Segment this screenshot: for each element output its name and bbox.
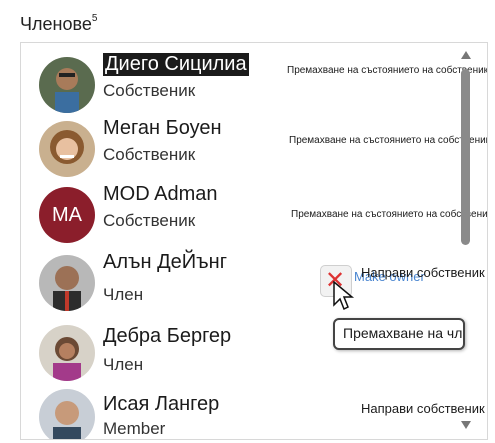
member-role: Собственик [103, 145, 196, 164]
member-row[interactable]: Меган Боуен Собственик Премахване на със… [21, 115, 487, 179]
avatar [39, 57, 95, 113]
member-name: Диего Сицилиа [103, 53, 249, 76]
member-row[interactable]: Алън ДеЙънг Член Make owner Направи собс… [21, 249, 485, 313]
avatar [39, 325, 95, 381]
remove-owner-link[interactable]: Премахване на състоянието на собственик [287, 65, 487, 76]
member-name: Исая Лангер [103, 393, 220, 415]
member-row[interactable]: Диего Сицилиа Собственик Премахване на с… [21, 51, 487, 115]
avatar-initials: MA [39, 187, 95, 243]
section-title: Членове5 [20, 13, 98, 35]
scrollbar[interactable] [459, 51, 473, 431]
members-heading: Членове [20, 14, 92, 34]
scroll-thumb[interactable] [461, 69, 470, 245]
member-role: Член [103, 285, 144, 304]
scroll-up-arrow-icon[interactable] [461, 51, 471, 59]
members-count: 5 [91, 13, 98, 24]
member-role: Собственик [103, 211, 196, 230]
member-role: Член [103, 355, 144, 374]
member-row[interactable]: MA MOD Adman Собственик Премахване на съ… [21, 181, 487, 245]
avatar [39, 389, 95, 439]
member-name: Меган Боуен [103, 117, 222, 139]
member-name: Дебра Бергер [103, 325, 232, 347]
member-role: Собственик [103, 81, 196, 100]
tooltip-text: Премахване на член [343, 325, 465, 341]
member-name: Алън ДеЙънг [103, 251, 227, 273]
member-row[interactable]: Исая Лангер Member Направи собственик [21, 383, 485, 439]
scroll-down-arrow-icon[interactable] [461, 421, 471, 429]
mouse-cursor-icon [333, 281, 355, 311]
avatar [39, 255, 95, 311]
member-name: MOD Adman [103, 183, 218, 205]
tooltip: Премахване на член [333, 318, 465, 350]
member-role: Member [103, 419, 166, 438]
avatar [39, 121, 95, 177]
members-list: Диего Сицилиа Собственик Премахване на с… [20, 42, 488, 440]
